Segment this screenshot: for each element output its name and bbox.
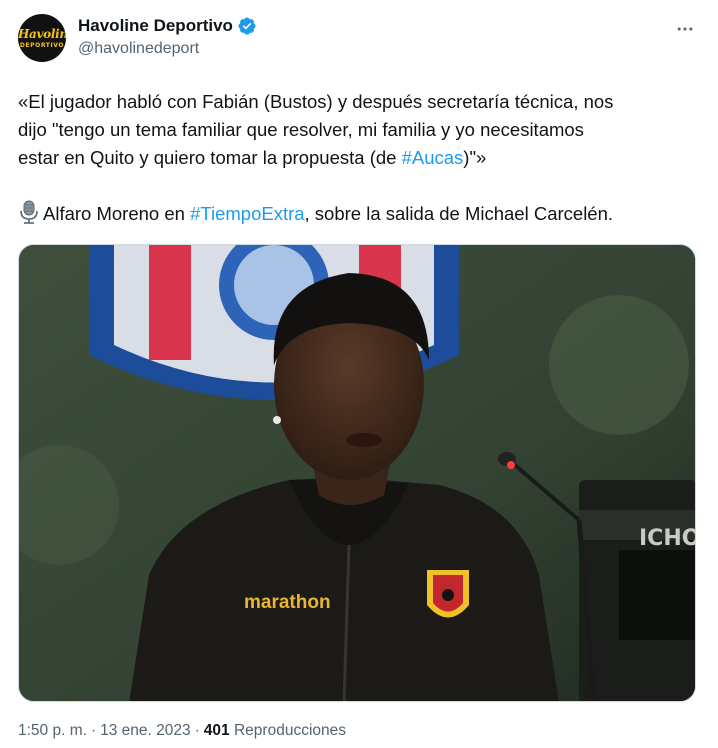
verified-badge-icon	[238, 17, 256, 35]
avatar[interactable]: Havoline DEPORTIVO	[18, 14, 66, 62]
text-segment: Alfaro Moreno en	[43, 203, 191, 224]
text-segment: , sobre la salida de Michael Carcelén.	[304, 203, 614, 224]
name-row: Havoline Deportivo	[78, 15, 257, 37]
tweet-line: estar en Quito y quiero tomar la propues…	[18, 144, 702, 172]
views-label: Reproducciones	[233, 722, 346, 739]
tweet-time[interactable]: 1:50 p. m.	[18, 722, 87, 739]
tweet-media-photo[interactable]: ICHON	[18, 244, 696, 702]
tweet-line: Alfaro Moreno en #TiempoExtra, sobre la …	[18, 200, 702, 228]
tweet-date[interactable]: 13 ene. 2023	[100, 722, 191, 739]
hashtag-link-aucas[interactable]: #Aucas	[402, 147, 464, 168]
separator: ·	[90, 722, 97, 739]
background-product: ICHON	[579, 480, 696, 701]
user-handle[interactable]: @havolinedeport	[78, 40, 257, 58]
more-options-button[interactable]	[668, 12, 702, 46]
avatar-logo-subtext: DEPORTIVO	[19, 42, 65, 49]
tweet-line: dijo "tengo un tema familiar que resolve…	[18, 119, 584, 140]
hashtag-link-tiempoextra[interactable]: #TiempoExtra	[190, 203, 304, 224]
product-text: ICHON	[639, 526, 696, 551]
press-conference-photo: ICHON	[19, 245, 696, 701]
microphone-icon	[20, 200, 38, 224]
separator: ·	[194, 722, 200, 739]
tweet-text: «El jugador habló con Fabián (Bustos) y …	[18, 88, 702, 228]
display-name[interactable]: Havoline Deportivo	[78, 16, 233, 36]
avatar-logo-text: Havoline	[18, 27, 66, 41]
text-segment: )"»	[463, 147, 487, 168]
jacket-brand-text: marathon	[244, 592, 331, 613]
tweet-line: «El jugador habló con Fabián (Bustos) y …	[18, 91, 614, 112]
more-horizontal-icon	[677, 27, 693, 31]
user-info: Havoline Deportivo @havolinedeport	[78, 15, 257, 58]
tweet-footer: 1:50 p. m. · 13 ene. 2023 · 401 Reproduccion…	[18, 722, 346, 740]
text-segment: estar en Quito y quiero tomar la propues…	[18, 147, 402, 168]
tweet-header: Havoline DEPORTIVO Havoline Deportivo @h…	[18, 12, 702, 66]
views-count: 401	[203, 722, 230, 739]
